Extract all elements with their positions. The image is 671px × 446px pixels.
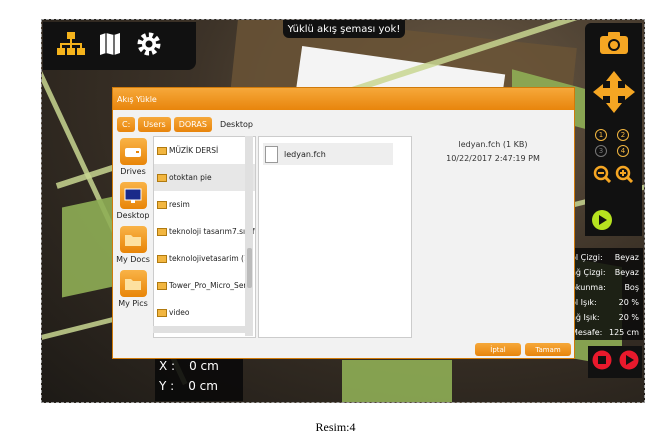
folder-icon — [119, 226, 147, 253]
info-panel: ol Çizgi: Beyaz ağ Çizgi: Beyaz okunma: Boş… — [567, 248, 643, 340]
folder-icon — [157, 227, 167, 236]
folder-icon — [119, 270, 147, 297]
place-drives[interactable]: Drives — [115, 138, 151, 182]
y-label: Y : — [159, 379, 175, 393]
load-flow-dialog: Akış Yükle C: Users DORAS Desktop Drives… — [112, 87, 575, 359]
breadcrumb-users[interactable]: Users — [138, 116, 171, 132]
file-name-size: ledyan.fch (1 KB) — [458, 140, 528, 149]
folder-list: MÜZİK DERSİ otoktan pie resim teknoloji … — [153, 136, 256, 338]
x-value: 0 cm — [189, 359, 219, 373]
list-item[interactable]: Tower_Pro_Micro_Serv — [154, 272, 255, 299]
info-row: ol Çizgi: Beyaz — [571, 253, 639, 262]
view-4-button[interactable]: 4 — [617, 145, 629, 157]
file-list: ledyan.fch — [258, 136, 412, 338]
camera-icon[interactable] — [599, 31, 629, 59]
place-label: Drives — [120, 167, 146, 176]
playback-controls — [588, 346, 642, 378]
x-label: X : — [159, 359, 176, 373]
file-icon — [265, 145, 278, 163]
flowchart-icon[interactable] — [57, 31, 85, 61]
file-details: ledyan.fch (1 KB) 10/22/2017 2:47:19 PM — [413, 138, 573, 166]
folder-icon — [157, 200, 167, 209]
coordinate-readout: X : 0 cm Y : 0 cm — [155, 356, 243, 401]
file-row[interactable]: ledyan.fch — [263, 143, 393, 165]
play-icon[interactable] — [591, 209, 613, 235]
info-row: ağ Işık: 20 % — [571, 313, 639, 322]
play-red-icon[interactable] — [619, 350, 639, 374]
folder-icon — [157, 146, 167, 155]
place-label: My Pics — [118, 299, 148, 308]
folder-icon — [157, 173, 167, 182]
list-item[interactable]: resim — [154, 191, 255, 218]
view-2-button[interactable]: 2 — [617, 129, 629, 141]
info-row: Mesafe: 125 cm — [571, 328, 639, 337]
breadcrumb-drive[interactable]: C: — [117, 116, 136, 132]
zoom-in-icon[interactable] — [615, 165, 634, 187]
move-arrows-icon[interactable] — [593, 71, 635, 117]
status-banner: Yüklü akış şeması yok! — [283, 20, 405, 38]
folder-icon — [157, 254, 167, 263]
view-3-button[interactable]: 3 — [595, 145, 607, 157]
breadcrumb-user[interactable]: DORAS — [173, 116, 212, 132]
list-item[interactable]: otoktan pie — [154, 164, 255, 191]
cancel-button[interactable]: İptal — [475, 343, 521, 356]
zoom-out-icon[interactable] — [593, 165, 612, 187]
place-desktop[interactable]: Desktop — [115, 182, 151, 226]
breadcrumb: C: Users DORAS Desktop — [117, 115, 258, 133]
folder-scrollbar[interactable] — [245, 136, 253, 336]
place-label: My Docs — [116, 255, 150, 264]
list-item[interactable]: teknolojivetasarim (1) — [154, 245, 255, 272]
list-item[interactable]: teknoloji tasarım7.sınıf — [154, 218, 255, 245]
place-my-pics[interactable]: My Pics — [115, 270, 151, 314]
breadcrumb-current: Desktop — [219, 119, 253, 129]
top-toolbar — [43, 22, 196, 70]
y-value: 0 cm — [188, 379, 218, 393]
folder-icon — [157, 308, 167, 317]
info-row: okunma: Boş — [571, 283, 639, 292]
folder-scroll-thumb[interactable] — [247, 248, 252, 288]
file-date: 10/22/2017 2:47:19 PM — [446, 154, 540, 163]
folder-hscrollbar[interactable] — [153, 326, 245, 333]
map-icon[interactable] — [99, 32, 121, 60]
chair-front — [342, 360, 452, 402]
dialog-title: Akış Yükle — [113, 88, 574, 110]
monitor-icon — [119, 182, 147, 209]
right-controls: 1 2 3 4 — [585, 23, 642, 209]
place-my-docs[interactable]: My Docs — [115, 226, 151, 270]
play-panel — [585, 203, 642, 236]
place-label: Desktop — [116, 211, 150, 220]
folder-icon — [157, 281, 167, 290]
view-1-button[interactable]: 1 — [595, 129, 607, 141]
drive-icon — [119, 138, 147, 165]
list-item[interactable]: MÜZİK DERSİ — [154, 137, 255, 164]
ok-button[interactable]: Tamam — [525, 343, 571, 356]
figure-caption: Resim:4 — [315, 420, 356, 434]
info-row: ol Işık: 20 % — [571, 298, 639, 307]
places-sidebar: Drives Desktop My Docs My Pics — [115, 138, 151, 318]
gear-icon[interactable] — [135, 30, 163, 62]
info-row: ağ Çizgi: Beyaz — [571, 268, 639, 277]
list-item[interactable]: video — [154, 299, 255, 326]
stop-icon[interactable] — [592, 350, 612, 374]
